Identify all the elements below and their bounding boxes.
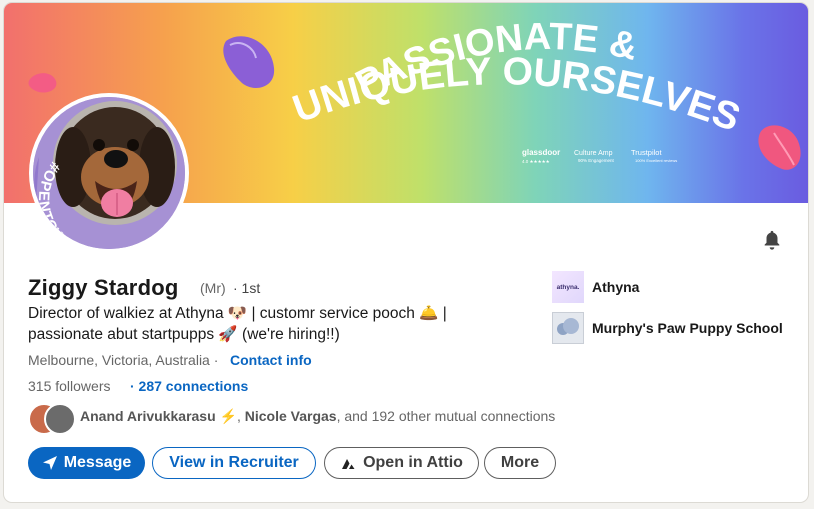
- attio-button-label: Open in Attio: [363, 454, 463, 471]
- connection-degree: · 1st: [233, 280, 261, 296]
- message-button-label: Message: [63, 454, 132, 471]
- more-button-label: More: [500, 454, 540, 471]
- profile-location: Melbourne, Victoria, Australia ·: [28, 352, 219, 368]
- recruiter-button-label: View in Recruiter: [169, 454, 299, 471]
- profile-card: PASSIONATE & UNIQUELY OURSELVES glassdoo…: [4, 3, 808, 502]
- mutual-name-1: Anand Arivukkarasu: [80, 408, 216, 424]
- school-name: Murphy's Paw Puppy School: [592, 320, 783, 336]
- open-in-attio-button[interactable]: Open in Attio: [324, 447, 479, 479]
- profile-pronoun: (Mr): [200, 280, 226, 296]
- mutual-rest: , and 192 other mutual connections: [336, 408, 556, 424]
- company-murphys-paw[interactable]: Murphy's Paw Puppy School: [552, 312, 783, 344]
- mutual-connections-text[interactable]: Anand Arivukkarasu ⚡, Nicole Vargas, and…: [80, 408, 555, 425]
- send-icon: [42, 456, 57, 470]
- contact-info-link[interactable]: Contact info: [230, 352, 312, 368]
- profile-name: Ziggy Stardog: [28, 275, 179, 300]
- mutual-separator: ,: [236, 408, 241, 424]
- more-button[interactable]: More: [484, 447, 556, 479]
- company-name: Athyna: [592, 279, 640, 295]
- petal-purple-decoration: [223, 36, 275, 88]
- attio-logo-icon: [342, 459, 355, 469]
- mutual-name-2: Nicole Vargas: [244, 408, 337, 424]
- connections-link[interactable]: · 287 connections: [130, 378, 248, 394]
- banner-logo-cultureamp-sub: 90% Engagement: [578, 158, 615, 163]
- view-in-recruiter-button[interactable]: View in Recruiter: [152, 447, 316, 479]
- message-button[interactable]: Message: [28, 447, 145, 479]
- banner-logo-glassdoor: glassdoor: [522, 148, 560, 157]
- lightning-icon: ⚡: [219, 408, 237, 424]
- petal-pink-right-decoration: [758, 125, 801, 170]
- headline-line-1: Director of walkiez at Athyna 🐶 | custom…: [28, 305, 447, 322]
- banner-logo-trustpilot: Trustpilot: [631, 148, 662, 157]
- mutual-connections-avatars[interactable]: [28, 402, 76, 435]
- svg-text:UNIQUELY OURSELVES: UNIQUELY OURSELVES: [287, 50, 745, 140]
- notification-bell-icon[interactable]: [761, 229, 783, 251]
- profile-photo[interactable]: #OPENTOWALK: [29, 93, 189, 253]
- avatar: [44, 403, 76, 435]
- school-logo: [552, 312, 584, 344]
- headline-line-2: passionate abut startpupps 🚀 (we're hiri…: [28, 326, 340, 343]
- athyna-logo: athyna.: [552, 271, 584, 303]
- avatar: #OPENTOWALK: [33, 97, 185, 249]
- followers-count: 315 followers: [28, 378, 111, 394]
- banner-logo-glassdoor-sub: 4.0 ★★★★★: [522, 159, 551, 164]
- banner-logo-trustpilot-sub: 100% Excellent reviews: [635, 158, 677, 163]
- company-athyna[interactable]: athyna. Athyna: [552, 271, 639, 303]
- banner-logo-cultureamp: Culture Amp: [574, 150, 613, 157]
- petal-pink-left-decoration: [28, 73, 57, 93]
- profile-headline: Director of walkiez at Athyna 🐶 | custom…: [28, 303, 498, 345]
- banner-headline-2: UNIQUELY OURSELVES: [287, 50, 745, 140]
